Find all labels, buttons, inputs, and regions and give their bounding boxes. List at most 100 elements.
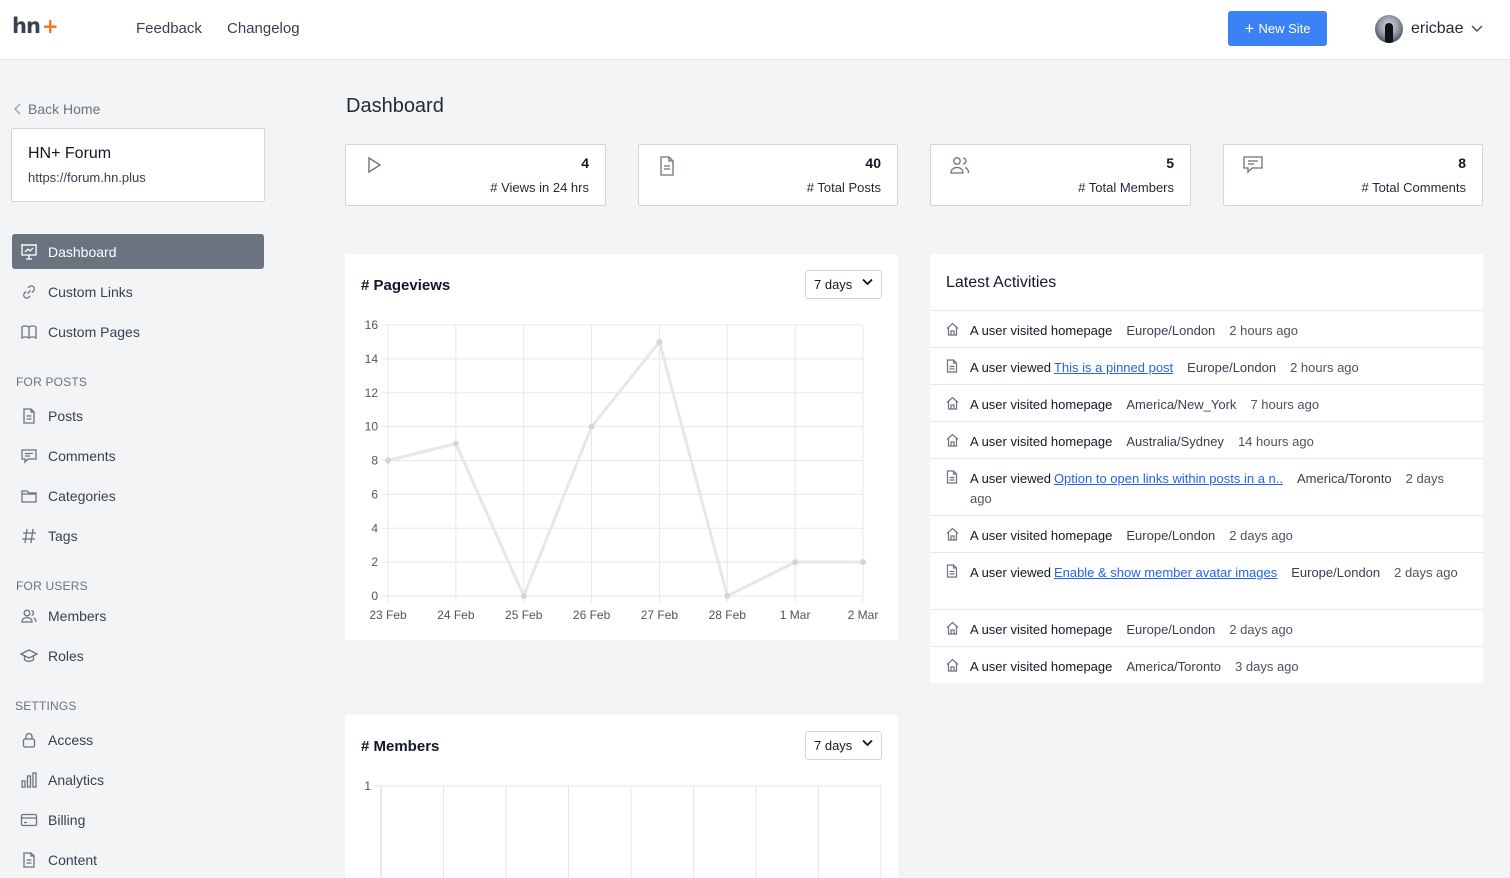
activity-row: A user viewed Enable & show member avatar… xyxy=(930,552,1483,609)
data-point xyxy=(385,457,391,464)
document-icon xyxy=(20,407,38,425)
activity-post-link[interactable]: This is a pinned post xyxy=(1054,360,1173,375)
sidebar-item-analytics[interactable]: Analytics xyxy=(12,762,264,797)
activity-text: A user visited homepage xyxy=(970,434,1113,449)
activity-location: Europe/London xyxy=(1291,565,1381,580)
site-card: HN+ Forum https://forum.hn.plus xyxy=(11,128,265,202)
site-name: HN+ Forum xyxy=(28,145,112,162)
y-tick-label: 2 xyxy=(371,555,378,569)
y-tick-label: 8 xyxy=(371,454,378,468)
stat-label: # Total Comments xyxy=(1361,180,1466,195)
sidebar-item-members[interactable]: Members xyxy=(12,598,264,633)
stat-value: 40 xyxy=(865,155,881,171)
activity-row: A user visited homepage Australia/Sydney 1… xyxy=(930,421,1483,458)
activities-title: Latest Activities xyxy=(946,274,1057,291)
members-panel: # Members 7 days 1 xyxy=(345,715,898,878)
chevron-left-icon xyxy=(14,103,21,115)
logo[interactable]: hn + xyxy=(12,14,59,38)
x-tick-label: 27 Feb xyxy=(641,608,679,622)
data-point xyxy=(860,559,866,566)
section-heading-posts: FOR POSTS xyxy=(16,375,88,389)
y-tick-label: 1 xyxy=(364,779,371,793)
section-heading-settings: SETTINGS xyxy=(15,699,77,713)
users-icon xyxy=(20,607,38,625)
x-tick-label: 2 Mar xyxy=(848,608,879,622)
series-line xyxy=(387,338,863,600)
nav-feedback[interactable]: Feedback xyxy=(136,20,202,37)
activity-row: A user visited homepage Europe/London 2 da… xyxy=(930,515,1483,552)
document-icon xyxy=(946,359,958,379)
activity-text: A user visited homepage xyxy=(970,397,1113,412)
sidebar-item-tags[interactable]: Tags xyxy=(12,518,264,553)
sidebar-item-categories[interactable]: Categories xyxy=(12,478,264,513)
graduation-cap-icon xyxy=(20,647,38,665)
activity-time: 7 hours ago xyxy=(1250,397,1320,412)
comment-icon xyxy=(1242,155,1264,178)
stat-label: # Views in 24 hrs xyxy=(490,180,589,195)
sidebar-item-access[interactable]: Access xyxy=(12,722,264,757)
stat-value: 8 xyxy=(1458,155,1466,171)
sidebar-item-label: Custom Pages xyxy=(48,323,140,340)
sidebar-item-roles[interactable]: Roles xyxy=(12,638,264,673)
sidebar-item-posts[interactable]: Posts xyxy=(12,398,264,433)
stat-card-members: 5 # Total Members xyxy=(930,144,1191,206)
credit-card-icon xyxy=(20,811,38,829)
y-tick-label: 10 xyxy=(365,420,379,434)
activity-row: A user visited homepage Europe/London 2 da… xyxy=(930,609,1483,646)
comment-icon xyxy=(20,447,38,465)
bar-chart-icon xyxy=(20,771,38,789)
sidebar-item-content[interactable]: Content xyxy=(12,842,264,877)
new-site-button[interactable]: + New Site xyxy=(1228,11,1327,46)
activity-text: A user visited homepage xyxy=(970,528,1113,543)
lock-icon xyxy=(20,731,38,749)
avatar xyxy=(1375,15,1403,43)
sidebar-item-comments[interactable]: Comments xyxy=(12,438,264,473)
document-icon xyxy=(946,470,958,490)
section-heading-users: FOR USERS xyxy=(16,579,88,593)
y-tick-label: 0 xyxy=(371,589,378,603)
sidebar-item-label: Content xyxy=(48,851,98,868)
x-tick-label: 1 Mar xyxy=(780,608,811,622)
user-menu[interactable]: ericbae xyxy=(1375,14,1484,44)
folder-icon xyxy=(20,487,38,505)
stat-label: # Total Posts xyxy=(806,180,881,195)
sidebar-item-billing[interactable]: Billing xyxy=(12,802,264,837)
y-tick-label: 12 xyxy=(365,386,379,400)
hashtag-icon xyxy=(20,527,38,545)
new-site-label: New Site xyxy=(1258,21,1311,36)
stat-card-views: 4 # Views in 24 hrs xyxy=(345,144,606,206)
activity-location: Europe/London xyxy=(1126,622,1216,637)
home-icon xyxy=(946,658,959,678)
sidebar-item-dashboard[interactable]: Dashboard xyxy=(12,234,264,269)
stat-value: 4 xyxy=(581,155,589,171)
activity-row: A user viewed This is a pinned post Europe… xyxy=(930,347,1483,384)
data-point xyxy=(656,338,663,345)
document-icon xyxy=(20,851,38,869)
back-home-link[interactable]: Back Home xyxy=(14,101,100,117)
stat-label: # Total Members xyxy=(1078,180,1174,195)
stat-card-posts: 40 # Total Posts xyxy=(638,144,898,206)
sidebar-item-label: Access xyxy=(48,731,94,748)
activity-row: A user visited homepage America/New_York 7… xyxy=(930,384,1483,421)
nav-changelog[interactable]: Changelog xyxy=(227,20,300,37)
activity-row: A user visited homepage Europe/London 2 ho… xyxy=(930,310,1483,347)
sidebar-item-custom-pages[interactable]: Custom Pages xyxy=(12,314,264,349)
activity-text: A user visited homepage xyxy=(970,659,1113,674)
activity-text: A user viewed xyxy=(970,565,1051,580)
sidebar-item-custom-links[interactable]: Custom Links xyxy=(12,274,264,309)
link-icon xyxy=(20,283,38,301)
activity-row: A user visited homepage America/Toronto 3 … xyxy=(930,646,1483,683)
activity-time: 2 days ago xyxy=(1229,622,1293,637)
activity-post-link[interactable]: Option to open links within posts in a n… xyxy=(1054,471,1283,486)
activity-post-link[interactable]: Enable & show member avatar images xyxy=(1054,565,1277,580)
members-chart: 1 xyxy=(364,779,882,878)
activity-location: Europe/London xyxy=(1187,360,1277,375)
x-tick-label: 25 Feb xyxy=(505,608,543,622)
sidebar-item-label: Dashboard xyxy=(48,243,117,260)
y-tick-label: 6 xyxy=(371,487,378,501)
data-point xyxy=(452,440,459,447)
activity-location: America/New_York xyxy=(1126,397,1237,412)
activities-panel: Latest Activities A user visited homepag… xyxy=(930,254,1483,683)
pageviews-panel: # Pageviews 7 days 0 2 4 6 8 10 12 14 16 23 Feb 24… xyxy=(345,254,898,640)
sidebar-item-label: Custom Links xyxy=(48,283,133,300)
